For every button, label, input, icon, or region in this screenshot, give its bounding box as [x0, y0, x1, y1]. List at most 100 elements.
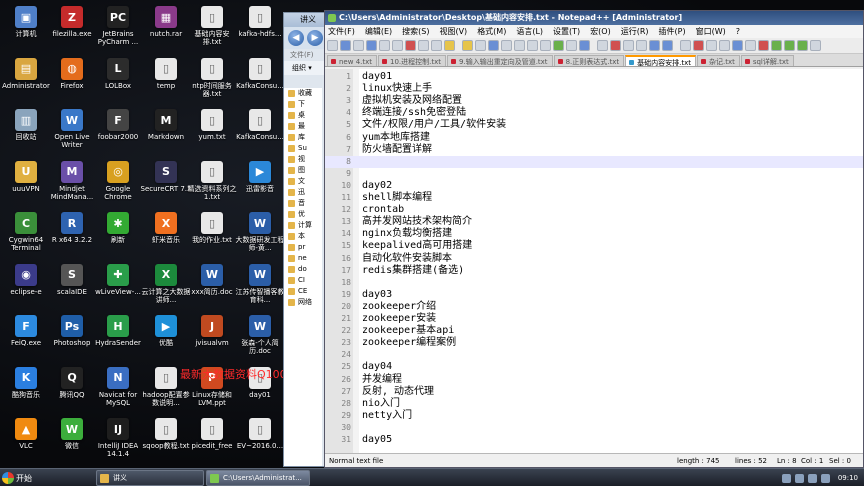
tree-item[interactable]: 图 [284, 165, 322, 176]
desktop-icon[interactable]: W 微信 [48, 416, 96, 466]
desktop-icon[interactable]: ▯ KafkaConsu... [236, 107, 284, 157]
volume-icon[interactable] [794, 473, 804, 483]
editor-line[interactable]: 30 [325, 422, 863, 434]
menu-item[interactable]: 宏(O) [590, 25, 611, 38]
flag-icon[interactable] [807, 473, 817, 483]
tree-item[interactable]: 文 [284, 176, 322, 187]
desktop-icon[interactable]: W 江苏传智播客教育科... [236, 262, 285, 312]
line-text[interactable]: yum本地库搭建 [362, 132, 430, 144]
line-text[interactable]: zookeeper介绍 [362, 301, 436, 313]
input-method-icon[interactable] [820, 473, 830, 483]
desktop-icon[interactable]: X 虾米音乐 [142, 210, 190, 260]
menu-item[interactable]: ? [736, 25, 740, 38]
desktop-icon[interactable]: ▥ 回收站 [2, 107, 50, 157]
toolbar-button-icon[interactable] [353, 40, 364, 51]
editor-line[interactable]: 16 自动化软件安装脚本 [325, 253, 863, 265]
tree-item[interactable]: do [284, 264, 322, 275]
toolbar-button-icon[interactable] [566, 40, 577, 51]
tree-item[interactable]: ne [284, 253, 322, 264]
line-text[interactable]: 文件/权限/用户/工具/软件安装 [362, 119, 506, 131]
menu-item[interactable]: 窗口(W) [696, 25, 726, 38]
toolbar-button-icon[interactable] [649, 40, 660, 51]
toolbar-button-icon[interactable] [784, 40, 795, 51]
editor-line[interactable]: 26 并发编程 [325, 374, 863, 386]
editor-line[interactable]: 11 shell脚本编程 [325, 192, 863, 204]
editor-line[interactable]: 17 redis集群搭建(备选) [325, 265, 863, 277]
desktop-icon[interactable]: W 大数据研发工程师-黄... [236, 210, 285, 260]
taskbar-item-notepad[interactable]: C:\Users\Administrat... [206, 470, 310, 486]
editor-area[interactable]: 1 day01 2 linux快速上手 3 虚拟机安装及网络配置 4 终端连接/ssh免密登陆… [325, 69, 863, 453]
desktop-icon[interactable]: UuuuVPN [2, 159, 50, 209]
desktop-icon[interactable]: L LOLBox [94, 56, 142, 106]
tree-item[interactable]: CE [284, 286, 322, 297]
line-text[interactable]: keepalived高可用搭建 [362, 240, 472, 252]
tree-item[interactable]: 最 [284, 121, 322, 132]
desktop-icon[interactable]: ▯ 我的作业.txt [188, 210, 236, 260]
toolbar-button-icon[interactable] [540, 40, 551, 51]
desktop-icon[interactable]: ▶ 迅雷影音 [236, 159, 284, 209]
toolbar-button-icon[interactable] [501, 40, 512, 51]
desktop-icon[interactable]: S SecureCRT 7.3 [141, 159, 191, 209]
toolbar-button-icon[interactable] [810, 40, 821, 51]
desktop-icon[interactable]: IJ IntelliJ IDEA 14.1.4 [94, 416, 142, 466]
editor-line[interactable]: 24 [325, 349, 863, 361]
editor-line[interactable]: 21 zookeeper安装 [325, 313, 863, 325]
desktop-icon[interactable]: ▯ picedit_free [188, 416, 236, 466]
desktop-icon[interactable]: K 酷狗音乐 [2, 365, 50, 415]
editor-line[interactable]: 3 虚拟机安装及网络配置 [325, 95, 863, 107]
menu-item[interactable]: 设置(T) [553, 25, 580, 38]
toolbar-button-icon[interactable] [392, 40, 403, 51]
toolbar-button-icon[interactable] [719, 40, 730, 51]
desktop-icon[interactable]: ◍ Firefox [48, 56, 96, 106]
editor-line[interactable]: 28 nio入门 [325, 398, 863, 410]
tree-item[interactable]: Su [284, 143, 322, 154]
document-tab[interactable]: 杂记.txt [696, 55, 740, 66]
desktop-icon[interactable]: W Open Live Writer [48, 107, 96, 157]
desktop-icon[interactable]: M Mindjet MindMana... [48, 159, 96, 209]
desktop-icon[interactable]: ▣ 计算机 [2, 4, 50, 54]
toolbar-button-icon[interactable] [527, 40, 538, 51]
desktop-icon[interactable]: Ffoobar2000 [94, 107, 142, 157]
line-text[interactable]: 高并发网站技术架构简介 [362, 216, 472, 228]
toolbar-button-icon[interactable] [662, 40, 673, 51]
toolbar-button-icon[interactable] [475, 40, 486, 51]
editor-line[interactable]: 9 [325, 168, 863, 180]
toolbar-button-icon[interactable] [444, 40, 455, 51]
notepad-window[interactable]: C:\Users\Administrator\Desktop\基础内容安排.tx… [324, 10, 864, 468]
desktop-icon[interactable]: ▦ nutch.rar [142, 4, 190, 54]
line-text[interactable]: zookeeper编程案例 [362, 337, 456, 349]
desktop-icon[interactable]: ✱ 刷新 [94, 210, 142, 260]
editor-line[interactable]: 15 keepalived高可用搭建 [325, 240, 863, 252]
toolbar-button-icon[interactable] [514, 40, 525, 51]
desktop-icon[interactable]: ▯ EV~2016.0... [236, 416, 284, 466]
desktop-icon[interactable]: R R x64 3.2.2 [48, 210, 96, 260]
desktop-icon[interactable]: Zfilezilla.exe [48, 4, 96, 54]
desktop-icon[interactable]: ▯ 精选资料系列之1.txt [188, 159, 237, 209]
line-text[interactable]: linux快速上手 [362, 83, 432, 95]
toolbar-button-icon[interactable] [379, 40, 390, 51]
line-text[interactable]: shell脚本编程 [362, 192, 432, 204]
editor-line[interactable]: 18 [325, 277, 863, 289]
editor-line[interactable]: 8 [325, 155, 863, 168]
toolbar-button-icon[interactable] [680, 40, 691, 51]
desktop-icon[interactable]: ▯ 基础内容安排.txt [188, 4, 236, 54]
desktop-icon[interactable]: ▯ KafkaConsu... [236, 56, 284, 106]
editor-line[interactable]: 10 day02 [325, 180, 863, 192]
desktop-icon[interactable]: Wxxx简历.doc [188, 262, 236, 312]
editor-line[interactable]: 1 day01 [325, 71, 863, 83]
line-text[interactable]: 并发编程 [362, 374, 402, 386]
desktop-icon[interactable]: Q 腾讯QQ [48, 365, 96, 415]
tree-item[interactable]: pr [284, 242, 322, 253]
toolbar-button-icon[interactable] [418, 40, 429, 51]
editor-line[interactable]: 14 nginx负载均衡搭建 [325, 228, 863, 240]
toolbar-button-icon[interactable] [636, 40, 647, 51]
editor-line[interactable]: 29 netty入门 [325, 410, 863, 422]
taskbar-item-explorer[interactable]: 讲义 [96, 470, 204, 486]
tree-item[interactable]: 音 [284, 198, 322, 209]
desktop-icon[interactable]: SscalaIDE [48, 262, 96, 312]
desktop-icon[interactable]: W 张森-个人简历.doc [236, 313, 284, 363]
forward-arrow-icon[interactable]: ▶ [307, 30, 323, 46]
editor-line[interactable]: 23 zookeeper编程案例 [325, 337, 863, 349]
tree-item[interactable]: 视 [284, 154, 322, 165]
toolbar-button-icon[interactable] [771, 40, 782, 51]
